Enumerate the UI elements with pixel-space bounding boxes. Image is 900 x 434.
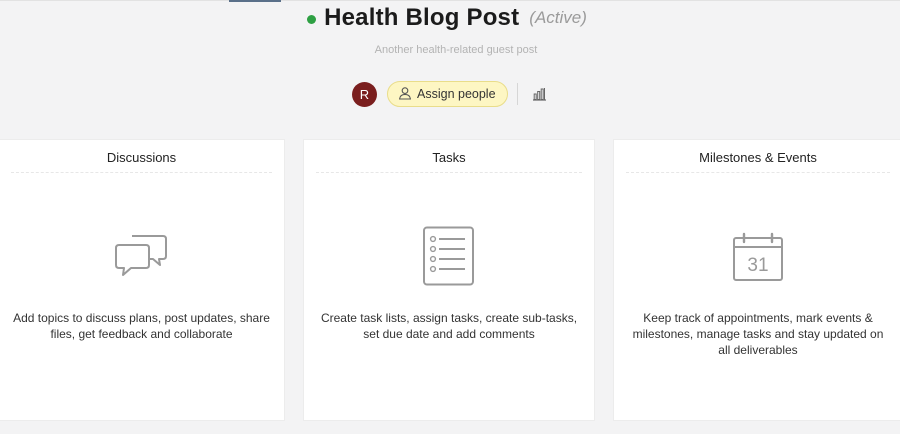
- card-description-milestones: Keep track of appointments, mark events …: [632, 311, 884, 357]
- calendar-day-label: 31: [747, 255, 768, 276]
- people-row: R Assign people: [352, 81, 547, 107]
- project-description[interactable]: Another health-related guest post: [0, 44, 900, 56]
- milestones-card[interactable]: Milestones & Events 31 Keep track of app…: [613, 139, 900, 421]
- assign-people-button[interactable]: Assign people: [387, 81, 508, 107]
- divider: [516, 83, 518, 105]
- discussions-card[interactable]: Discussions Add topics to discuss plans,…: [0, 139, 285, 421]
- card-description-tasks: Create task lists, assign tasks, create …: [320, 311, 578, 341]
- card-divider: [316, 172, 582, 173]
- task-list-icon: [304, 226, 594, 288]
- user-icon: [398, 86, 412, 103]
- card-description-discussions: Add topics to discuss plans, post update…: [13, 311, 270, 341]
- active-tab-indicator: [229, 0, 281, 2]
- status-dot: [307, 14, 317, 24]
- card-divider: [626, 172, 890, 173]
- project-header: Health Blog Post (Active): [0, 4, 900, 32]
- avatar[interactable]: R: [352, 81, 377, 107]
- project-status: (Active): [529, 8, 587, 27]
- assign-people-label: Assign people: [417, 87, 496, 101]
- card-title-tasks: Tasks: [432, 150, 466, 165]
- calendar-icon: 31: [614, 232, 900, 282]
- top-border: [0, 0, 900, 1]
- card-title-milestones: Milestones & Events: [699, 150, 817, 165]
- bar-chart-icon[interactable]: [532, 87, 547, 101]
- card-title-discussions: Discussions: [106, 150, 177, 165]
- chat-bubbles-icon: [0, 232, 284, 280]
- tasks-card[interactable]: Tasks Create task lists, assign tasks, c…: [303, 139, 595, 421]
- project-title[interactable]: Health Blog Post: [324, 4, 519, 32]
- card-divider: [11, 172, 272, 173]
